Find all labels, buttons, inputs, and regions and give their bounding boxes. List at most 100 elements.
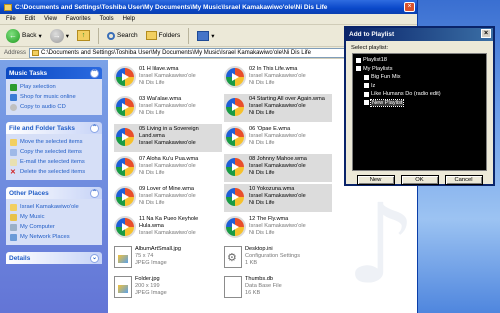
folder-icon	[356, 66, 361, 72]
tree-item-iz[interactable]: Iz	[356, 82, 483, 91]
file-item[interactable]: 11 Na Ka Pueo Keyhole Hula.wma Israel Kam…	[114, 214, 222, 242]
chevron-down-icon[interactable]: ▾	[211, 32, 214, 40]
file-folder-tasks-panel: File and Folder Tasks ⌃ Move the selecte…	[6, 122, 102, 180]
file-item[interactable]: 07 Aloha Ku'u Pua.wma Israel Kamakawiwo'o…	[114, 154, 222, 182]
task-move-items[interactable]: Move the selected items	[10, 137, 98, 147]
task-pane: Music Tasks ⌃ Play selection Shop for mu…	[0, 60, 108, 313]
file-name: 10 Yokozuna.wma	[249, 186, 295, 192]
file-item[interactable]: 09 Lover of Mine.wma Israel Kamakawiwo'ol…	[114, 184, 222, 212]
media-file-icon	[114, 156, 136, 178]
tree-item-big-fun-mix[interactable]: Big Fun Mix	[356, 73, 483, 82]
task-delete-items[interactable]: ✕ Delete the selected items	[10, 167, 98, 177]
file-name: 06 'Opae E.wma	[249, 126, 291, 132]
task-play-selection[interactable]: Play selection	[10, 82, 98, 92]
file-meta: 1 KB	[245, 259, 258, 266]
music-tasks-title: Music Tasks	[9, 69, 48, 77]
file-text: 08 Johnny Mahoe.wma Israel Kamakawiwo'ole…	[249, 154, 307, 176]
file-item[interactable]: 05 Living in a Sovereign Land.wma Israel …	[114, 124, 222, 152]
tree-item-label: Like Humans Do (radio edit)	[371, 91, 441, 98]
details-header[interactable]: Details ⌄	[6, 252, 102, 264]
file-item[interactable]: AlbumArtSmall.jpg 75 x 74 JPEG Image	[114, 244, 222, 272]
file-meta: Ni Dis Life	[139, 169, 165, 176]
chevron-up-icon[interactable]: ⌃	[90, 123, 99, 133]
window-close-button[interactable]: ×	[404, 2, 415, 12]
task-shop-music[interactable]: Shop for music online	[10, 92, 98, 102]
chevron-down-icon[interactable]: ▾	[38, 32, 41, 40]
file-item[interactable]: 10 Yokozuna.wma Israel Kamakawiwo'ole Ni D…	[224, 184, 332, 212]
file-text: Desktop.ini Configuration Settings 1 KB	[245, 244, 300, 266]
tree-item-playlist18[interactable]: Playlist18	[356, 56, 483, 65]
menu-edit[interactable]: Edit	[25, 16, 35, 22]
other-places-header[interactable]: Other Places ⌃	[6, 187, 102, 199]
file-folder-tasks-title: File and Folder Tasks	[9, 124, 75, 132]
ok-button[interactable]: OK	[400, 175, 439, 185]
forward-button[interactable]: → ▾	[48, 28, 71, 44]
email-icon	[10, 158, 17, 166]
menu-help[interactable]: Help	[123, 16, 135, 22]
delete-icon: ✕	[10, 168, 16, 176]
menu-favorites[interactable]: Favorites	[66, 16, 91, 22]
file-name: 02 In This Life.wma	[249, 66, 298, 72]
playlist-tree[interactable]: Playlist18 My Playlists Big Fun Mix Iz L…	[352, 53, 487, 171]
file-name: 08 Johnny Mahoe.wma	[249, 156, 307, 162]
task-copy-audio-cd[interactable]: Copy to audio CD	[10, 102, 98, 112]
menu-tools[interactable]: Tools	[100, 16, 114, 22]
tree-item-like-humans-do[interactable]: Like Humans Do (radio edit)	[356, 90, 483, 99]
place-my-network[interactable]: My Network Places	[10, 232, 98, 242]
file-text: 02 In This Life.wma Israel Kamakawiwo'ole…	[249, 64, 306, 86]
folder-icon	[4, 3, 12, 11]
file-item[interactable]: 12 The Fly.wma Israel Kamakawiwo'ole Ni Di…	[224, 214, 332, 242]
file-item[interactable]: Desktop.iniConfiguration Settings1 KB	[224, 244, 332, 272]
file-folder-tasks-header[interactable]: File and Folder Tasks ⌃	[6, 122, 102, 134]
place-my-computer[interactable]: My Computer	[10, 222, 98, 232]
dialog-title: Add to Playlist	[349, 31, 395, 38]
search-button[interactable]: Search	[105, 31, 140, 41]
chevron-up-icon[interactable]: ⌃	[90, 68, 99, 78]
window-titlebar[interactable]: C:\Documents and Settings\Toshiba User\M…	[0, 0, 417, 14]
music-tasks-header[interactable]: Music Tasks ⌃	[6, 67, 102, 79]
file-item[interactable]: Folder.jpg 200 x 199 JPEG Image	[114, 274, 222, 302]
chevron-down-icon[interactable]: ⌄	[90, 253, 99, 263]
up-folder-button[interactable]: ↑	[75, 29, 92, 42]
playlist-icon	[356, 57, 361, 63]
file-item[interactable]: 02 In This Life.wma Israel Kamakawiwo'ole…	[224, 64, 332, 92]
views-button[interactable]: ▾	[195, 30, 216, 42]
menu-view[interactable]: View	[44, 16, 57, 22]
dialog-titlebar[interactable]: Add to Playlist ×	[346, 28, 493, 41]
file-item[interactable]: 04 Starting All over Again.wma Israel Kam…	[224, 94, 332, 122]
back-button[interactable]: ← Back ▾	[4, 28, 44, 44]
globe-icon	[10, 93, 17, 101]
tree-item-new-playlist[interactable]: New Playlist	[356, 98, 483, 108]
place-my-music[interactable]: My Music	[10, 212, 98, 222]
chevron-down-icon[interactable]: ▾	[66, 32, 69, 40]
file-item[interactable]: 03 Wai'alae.wma Israel Kamakawiwo'ole Ni D…	[114, 94, 222, 122]
place-artist-folder[interactable]: Israel Kamakawiwo'ole	[10, 202, 98, 212]
dialog-close-button[interactable]: ×	[481, 29, 491, 38]
copy-icon	[10, 148, 17, 156]
folders-button[interactable]: Folders	[144, 30, 183, 41]
tree-item-my-playlists[interactable]: My Playlists	[356, 65, 483, 74]
file-item[interactable]: 08 Johnny Mahoe.wma Israel Kamakawiwo'ole…	[224, 154, 332, 182]
file-item[interactable]: 01 H lilave.wma Israel Kamakawiwo'ole Ni D…	[114, 64, 222, 92]
menu-bar: File Edit View Favorites Tools Help	[0, 14, 417, 25]
file-name: 01 H lilave.wma	[139, 66, 179, 72]
menu-file[interactable]: File	[6, 16, 16, 22]
folders-icon	[145, 31, 157, 40]
file-meta: Ni Dis Life	[139, 109, 165, 116]
file-text: 05 Living in a Sovereign Land.wma Israel …	[139, 124, 222, 146]
address-value: C:\Documents and Settings\Toshiba User\M…	[41, 49, 311, 56]
playlist-icon	[364, 100, 369, 106]
place-label: My Network Places	[20, 234, 70, 240]
new-button[interactable]: New	[356, 175, 395, 185]
file-item[interactable]: 06 'Opae E.wma Israel Kamakawiwo'ole Ni Di…	[224, 124, 332, 152]
media-file-icon	[224, 216, 246, 238]
cancel-button[interactable]: Cancel	[444, 175, 483, 185]
file-meta: Israel Kamakawiwo'ole	[139, 102, 196, 109]
file-item[interactable]: Thumbs.db Data Base File 16 KB	[224, 274, 332, 302]
place-label: My Computer	[20, 224, 55, 230]
file-name: 04 Starting All over Again.wma	[249, 96, 325, 102]
chevron-up-icon[interactable]: ⌃	[90, 188, 99, 198]
file-meta: JPEG Image	[135, 259, 167, 266]
task-copy-items[interactable]: Copy the selected items	[10, 147, 98, 157]
task-email-items[interactable]: E-mail the selected items	[10, 157, 98, 167]
